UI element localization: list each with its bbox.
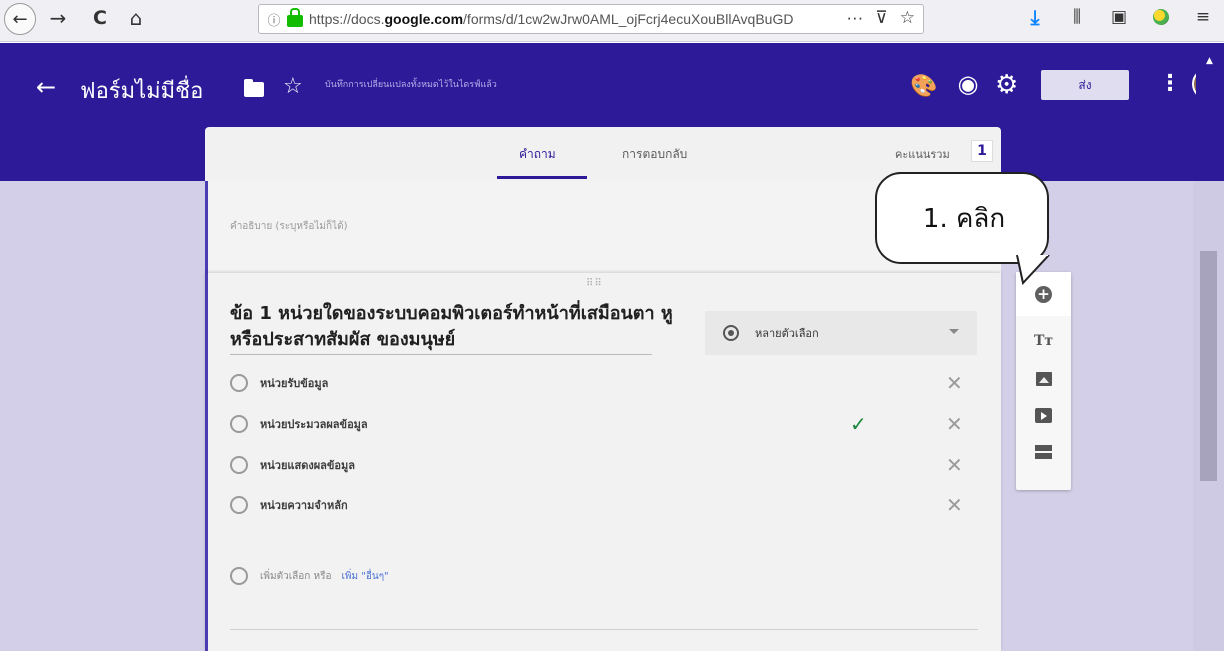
add-image-button[interactable] — [1016, 360, 1071, 398]
form-title[interactable]: ฟอร์มไม่มีชื่อ — [80, 73, 203, 108]
total-score-value: 1 — [971, 140, 993, 162]
lock-icon — [287, 8, 303, 27]
question-type-label: หลายตัวเลือก — [755, 327, 819, 340]
add-title-button[interactable]: Tт — [1016, 322, 1071, 360]
callout-text: 1. คลิก — [922, 204, 1006, 234]
send-button[interactable]: ส่ง — [1041, 70, 1129, 100]
url-text[interactable]: https://docs.google.com/forms/d/1cw2wJrw… — [309, 11, 849, 27]
remove-option-icon[interactable]: ✕ — [946, 493, 963, 517]
url-path: /forms/d/1cw2wJrw0AML_ojFcrj4ecuXouBllAv… — [463, 11, 794, 27]
question-title[interactable]: ข้อ 1 หน่วยใดของระบบคอมพิวเตอร์ทำหน้าที่… — [230, 301, 690, 353]
option-label[interactable]: หน่วยรับข้อมูล — [260, 374, 328, 392]
preview-eye-icon[interactable]: ◉ — [955, 70, 981, 98]
option-radio — [230, 567, 248, 585]
add-section-button[interactable] — [1016, 433, 1071, 471]
question-card[interactable]: ⠿⠿ ข้อ 1 หน่วยใดของระบบคอมพิวเตอร์ทำหน้า… — [205, 273, 1001, 651]
option-row[interactable]: หน่วยความจำหลัก ✕ — [230, 487, 970, 523]
callout-tail — [1016, 255, 1050, 285]
option-row[interactable]: หน่วยแสดงผลข้อมูล ✕ — [230, 447, 970, 483]
question-type-select[interactable]: หลายตัวเลือก — [705, 311, 977, 355]
drag-handle-icon[interactable]: ⠿⠿ — [586, 278, 603, 289]
option-radio — [230, 496, 248, 514]
forward-arrow-icon[interactable]: → — [44, 4, 72, 32]
sidebar-icon[interactable]: ▣ — [1108, 6, 1130, 28]
option-row[interactable]: หน่วยรับข้อมูล ✕ — [230, 365, 970, 401]
star-icon[interactable]: ☆ — [900, 8, 915, 28]
correct-answer-check-icon: ✓ — [850, 412, 867, 436]
option-row[interactable]: หน่วยประมวลผลข้อมูล ✓ ✕ — [230, 406, 970, 442]
add-circle-icon: + — [1035, 285, 1052, 303]
add-other-link[interactable]: เพิ่ม "อื่นๆ" — [341, 569, 388, 584]
info-icon[interactable]: ⓘ — [263, 10, 285, 29]
total-score-label: คะแนนรวม — [895, 148, 950, 161]
video-icon — [1035, 407, 1052, 423]
active-tab-indicator — [497, 176, 587, 179]
add-option-row[interactable]: เพิ่มตัวเลือก หรือ เพิ่ม "อื่นๆ" — [230, 567, 389, 585]
back-arrow-icon[interactable]: ← — [4, 3, 36, 35]
page-actions-button[interactable]: ··· — [846, 8, 863, 28]
option-label[interactable]: หน่วยประมวลผลข้อมูล — [260, 415, 368, 433]
tab-bar: คำถาม การตอบกลับ คะแนนรวม 1 — [205, 127, 1001, 181]
scroll-up-icon[interactable]: ▲ — [1206, 56, 1213, 66]
pocket-icon[interactable]: ⊽ — [875, 8, 887, 28]
image-icon — [1035, 372, 1052, 386]
back-arrow-icon[interactable]: ← — [36, 73, 56, 101]
more-vert-icon[interactable]: ⋮ — [1159, 71, 1181, 96]
download-icon[interactable]: ⤓ — [1024, 5, 1046, 29]
tab-questions[interactable]: คำถาม — [519, 145, 556, 164]
section-icon — [1035, 445, 1052, 459]
option-radio — [230, 415, 248, 433]
remove-option-icon[interactable]: ✕ — [946, 412, 963, 436]
saved-status: บันทึกการเปลี่ยนแปลงทั้งหมดไว้ในไดรฟ์แล้… — [325, 80, 497, 90]
option-label[interactable]: หน่วยความจำหลัก — [260, 496, 348, 514]
reload-icon[interactable]: C — [86, 4, 114, 32]
folder-icon[interactable] — [244, 79, 264, 97]
browser-toolbar: ← → C ⌂ ⓘ https://docs.google.com/forms/… — [0, 0, 1224, 42]
star-icon[interactable]: ☆ — [283, 74, 303, 99]
address-bar[interactable]: ⓘ https://docs.google.com/forms/d/1cw2wJ… — [258, 4, 924, 34]
menu-icon[interactable]: ≡ — [1192, 6, 1214, 28]
home-icon[interactable]: ⌂ — [122, 4, 150, 32]
radio-button-icon — [723, 325, 739, 341]
scrollbar[interactable] — [1193, 181, 1224, 651]
add-option-link[interactable]: เพิ่มตัวเลือก หรือ — [260, 569, 331, 584]
option-label[interactable]: หน่วยแสดงผลข้อมูล — [260, 456, 355, 474]
title-text-icon: Tт — [1033, 333, 1054, 349]
instruction-callout: 1. คลิก — [875, 172, 1049, 264]
tab-responses[interactable]: การตอบกลับ — [622, 145, 687, 164]
remove-option-icon[interactable]: ✕ — [946, 453, 963, 477]
remove-option-icon[interactable]: ✕ — [946, 371, 963, 395]
scroll-thumb[interactable] — [1200, 251, 1217, 481]
url-domain: google.com — [384, 11, 464, 27]
library-icon[interactable]: ⫼ — [1066, 6, 1088, 28]
chevron-down-icon — [949, 329, 959, 334]
option-radio — [230, 456, 248, 474]
question-title-underline — [230, 354, 652, 355]
card-divider — [230, 629, 978, 630]
extension-icon[interactable] — [1150, 6, 1172, 28]
option-radio — [230, 374, 248, 392]
gear-icon[interactable]: ⚙ — [995, 70, 1018, 100]
add-video-button[interactable] — [1016, 396, 1071, 434]
description-input[interactable]: คำอธิบาย (ระบุหรือไม่ก็ได้) — [230, 219, 347, 234]
url-prefix: https://docs. — [309, 11, 385, 27]
palette-icon[interactable]: 🎨 — [910, 74, 937, 99]
question-side-toolbar: + Tт — [1016, 272, 1071, 490]
